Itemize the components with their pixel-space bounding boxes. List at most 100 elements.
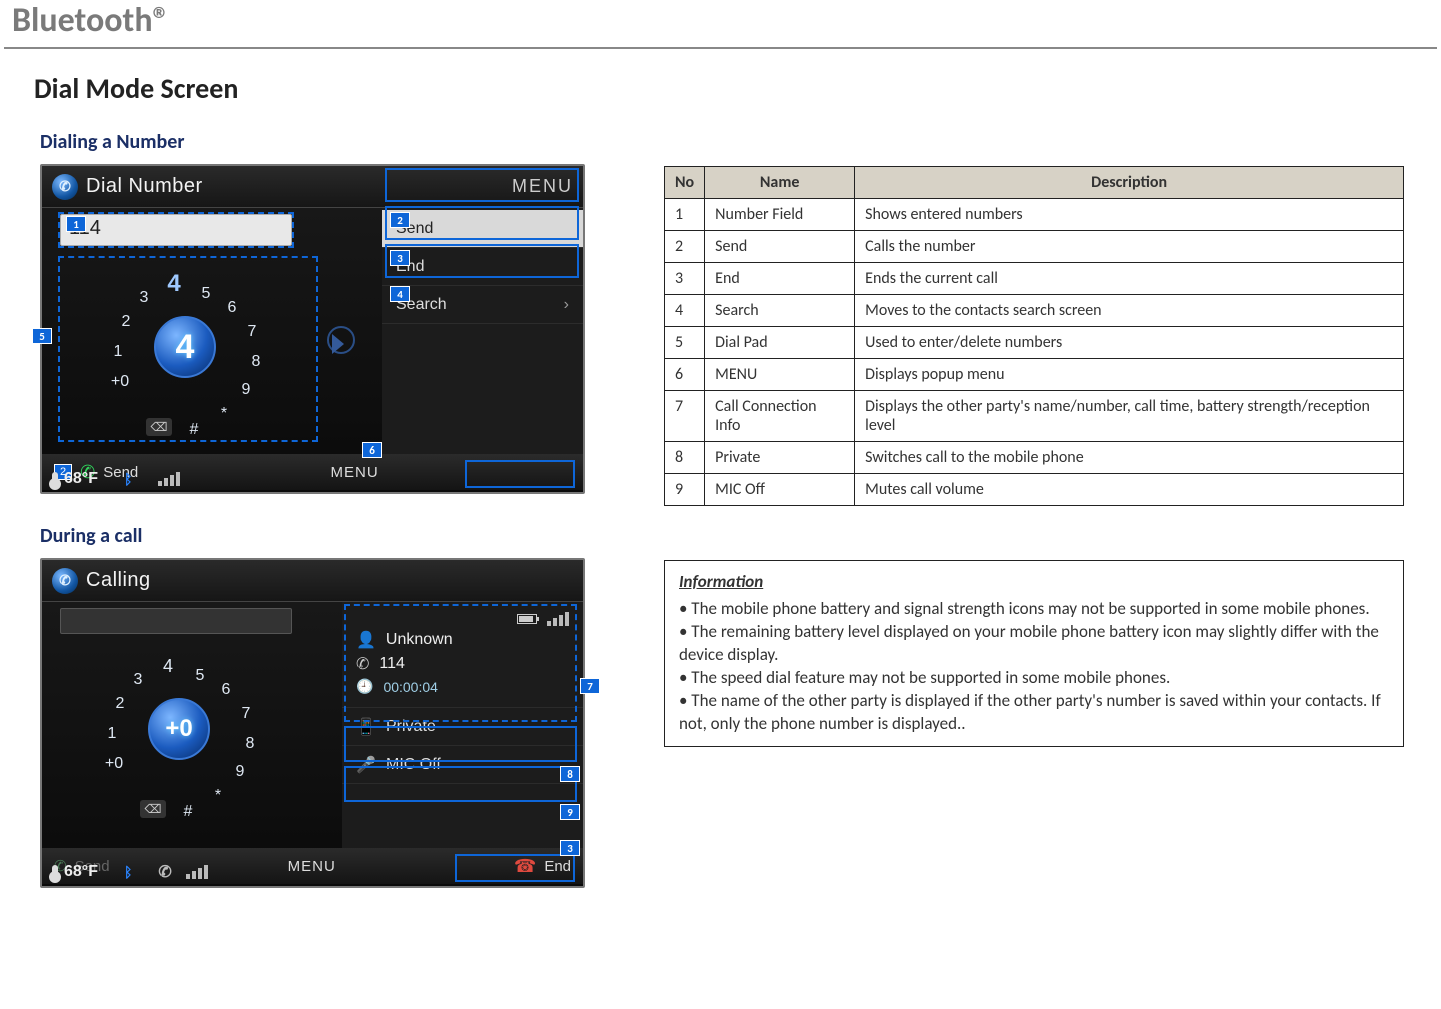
dial-screenshot-wrap: ✆ Dial Number MENU 114 3 4 5 6 (34, 164, 594, 494)
blank-field (60, 608, 292, 634)
cell-no: 2 (665, 231, 705, 263)
c-digit-6[interactable]: 6 (212, 676, 240, 704)
call-screenshot-wrap: ✆ Calling 3 4 5 6 7 8 9 (34, 558, 594, 888)
th-no: No (665, 167, 705, 199)
info-line: • The name of the other party is display… (679, 690, 1389, 736)
info-line: • The mobile phone battery and signal st… (679, 598, 1389, 621)
temp-value-2: 68°F (64, 863, 98, 881)
cell-desc: Ends the current call (855, 263, 1404, 295)
table-row: 4SearchMoves to the contacts search scre… (665, 295, 1404, 327)
info-box: Information • The mobile phone battery a… (664, 560, 1404, 747)
cell-desc: Moves to the contacts search screen (855, 295, 1404, 327)
digit-star[interactable]: * (210, 400, 238, 428)
cell-no: 1 (665, 199, 705, 231)
info-heading: Information (679, 571, 1389, 594)
spec-table: No Name Description 1Number FieldShows e… (664, 166, 1404, 506)
backspace-icon[interactable]: ⌫ (146, 418, 172, 436)
cell-no: 5 (665, 327, 705, 359)
bottom-menu[interactable]: MENU (331, 464, 379, 481)
digit-hash[interactable]: # (180, 416, 208, 444)
badge-7: 7 (580, 678, 600, 694)
info-line: • The remaining battery level displayed … (679, 621, 1389, 667)
callout-6-box (465, 460, 575, 488)
digit-6[interactable]: 6 (218, 294, 246, 322)
sub-during-call: During a call (40, 524, 594, 548)
digit-plus0[interactable]: +0 (106, 368, 134, 396)
cell-desc: Mutes call volume (855, 474, 1404, 506)
digit-7[interactable]: 7 (238, 318, 266, 346)
signal-icon (158, 472, 180, 486)
cell-desc: Switches call to the mobile phone (855, 442, 1404, 474)
c-backspace-icon[interactable]: ⌫ (140, 800, 166, 818)
bottom-menu-2[interactable]: MENU (288, 858, 336, 875)
callout-4-box (385, 244, 579, 278)
dial-center[interactable]: 4 (154, 316, 216, 378)
callout-3-box (385, 206, 579, 240)
phone-app-icon: ✆ (52, 174, 78, 200)
table-row: 5Dial PadUsed to enter/delete numbers (665, 327, 1404, 359)
chevron-right-icon: › (564, 296, 569, 314)
c-digit-hash[interactable]: # (174, 798, 202, 826)
dial-pad[interactable]: 3 4 5 6 7 8 9 * # 2 1 +0 ⌫ (70, 260, 290, 436)
cell-name: End (705, 263, 855, 295)
cell-name: Number Field (705, 199, 855, 231)
digit-2[interactable]: 2 (112, 308, 140, 336)
c-dial-center[interactable]: +0 (148, 698, 210, 760)
cell-no: 9 (665, 474, 705, 506)
digit-5[interactable]: 5 (192, 280, 220, 308)
c-digit-5[interactable]: 5 (186, 662, 214, 690)
cell-desc: Shows entered numbers (855, 199, 1404, 231)
badge-6: 6 (362, 442, 382, 458)
sub-dialing: Dialing a Number (40, 130, 1441, 154)
bluetooth-icon: ᛒ (124, 471, 132, 487)
digit-8[interactable]: 8 (242, 348, 270, 376)
c-digit-9[interactable]: 9 (226, 758, 254, 786)
digit-1[interactable]: 1 (104, 338, 132, 366)
cell-name: Private (705, 442, 855, 474)
dial-pad-call[interactable]: 3 4 5 6 7 8 9 * # 2 1 +0 ⌫ (64, 642, 284, 818)
cell-name: Send (705, 231, 855, 263)
phone-status-icon: ✆ (158, 862, 171, 882)
digit-3[interactable]: 3 (130, 284, 158, 312)
badge-8: 8 (560, 766, 580, 782)
badge-1: 1 (66, 216, 86, 232)
callout-2-box (385, 168, 579, 202)
digit-9[interactable]: 9 (232, 376, 260, 404)
temperature-2: 68°F ᛒ ✆ (52, 862, 208, 882)
bluetooth-icon-2: ᛒ (124, 864, 132, 880)
callout-3b-box (455, 854, 575, 882)
callout-9-box (344, 766, 577, 802)
cell-no: 6 (665, 359, 705, 391)
phone-app-icon-2: ✆ (52, 568, 78, 594)
cell-desc: Displays the other party's name/number, … (855, 391, 1404, 442)
c-digit-2[interactable]: 2 (106, 690, 134, 718)
callout-1-box (58, 212, 294, 248)
temperature: 68°F ᛒ (52, 470, 180, 488)
temp-value: 68°F (64, 470, 98, 488)
c-digit-3[interactable]: 3 (124, 666, 152, 694)
call-header: Calling (86, 569, 573, 592)
badge-9: 9 (560, 804, 580, 820)
c-digit-1[interactable]: 1 (98, 720, 126, 748)
page-title: Bluetooth® (4, 0, 1437, 49)
table-row: 6MENUDisplays popup menu (665, 359, 1404, 391)
cell-name: MENU (705, 359, 855, 391)
table-row: 2SendCalls the number (665, 231, 1404, 263)
badge-4: 4 (390, 286, 410, 302)
c-digit-plus0[interactable]: +0 (100, 750, 128, 778)
c-digit-7[interactable]: 7 (232, 700, 260, 728)
cell-name: Call Connection Info (705, 391, 855, 442)
c-digit-8[interactable]: 8 (236, 730, 264, 758)
digit-4-highlight[interactable]: 4 (160, 270, 188, 298)
c-digit-4[interactable]: 4 (154, 652, 182, 680)
cell-name: Dial Pad (705, 327, 855, 359)
table-row: 8PrivateSwitches call to the mobile phon… (665, 442, 1404, 474)
cell-no: 7 (665, 391, 705, 442)
table-row: 1Number FieldShows entered numbers (665, 199, 1404, 231)
thermometer-icon-2 (52, 865, 58, 879)
call-screenshot: ✆ Calling 3 4 5 6 7 8 9 (40, 558, 585, 888)
c-digit-star[interactable]: * (204, 782, 232, 810)
cell-desc: Used to enter/delete numbers (855, 327, 1404, 359)
menu-search[interactable]: Search › (382, 286, 583, 324)
cell-name: MIC Off (705, 474, 855, 506)
